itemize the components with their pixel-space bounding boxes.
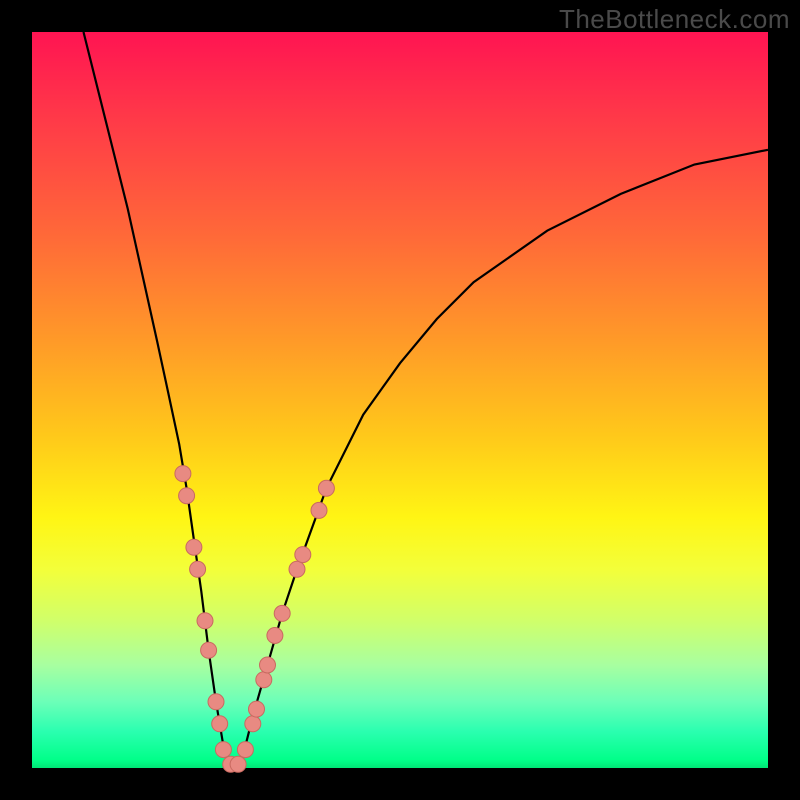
data-point: [197, 613, 213, 629]
data-point: [215, 742, 231, 758]
data-point: [212, 716, 228, 732]
data-point: [249, 701, 265, 717]
data-point: [201, 642, 217, 658]
data-point: [208, 694, 224, 710]
data-point: [175, 466, 191, 482]
data-point: [274, 605, 290, 621]
data-point: [237, 742, 253, 758]
data-point: [289, 561, 305, 577]
chart-svg: [32, 32, 768, 768]
data-point: [318, 480, 334, 496]
data-point: [186, 539, 202, 555]
watermark-text: TheBottleneck.com: [559, 4, 790, 35]
data-point: [179, 488, 195, 504]
data-points-group: [175, 466, 335, 773]
data-point: [295, 547, 311, 563]
chart-frame: TheBottleneck.com: [0, 0, 800, 800]
data-point: [230, 756, 246, 772]
data-point: [256, 672, 272, 688]
data-point: [311, 502, 327, 518]
bottleneck-curve: [84, 32, 769, 768]
data-point: [260, 657, 276, 673]
data-point: [190, 561, 206, 577]
plot-area: [32, 32, 768, 768]
data-point: [245, 716, 261, 732]
data-point: [267, 628, 283, 644]
